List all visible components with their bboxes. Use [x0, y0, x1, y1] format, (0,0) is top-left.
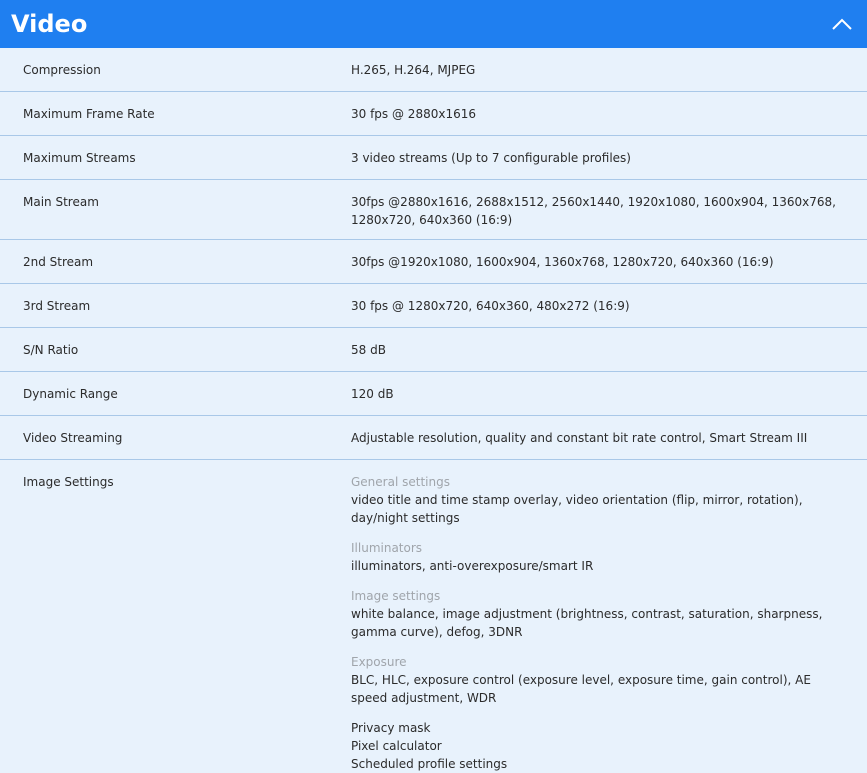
- section-title: Video: [11, 10, 88, 38]
- spec-label: Main Stream: [23, 195, 99, 209]
- video-spec-panel: Video Compression H.265, H.264, MJPEG Ma…: [0, 0, 867, 773]
- spec-value: 30 fps @ 1280x720, 640x360, 480x272 (16:…: [351, 299, 630, 313]
- spec-row-video-streaming: Video Streaming Adjustable resolution, q…: [0, 416, 867, 460]
- spec-value: 30fps @1920x1080, 1600x904, 1360x768, 12…: [351, 255, 774, 269]
- setting-group-general: General settings video title and time st…: [351, 473, 837, 527]
- setting-group-text: white balance, image adjustment (brightn…: [351, 607, 823, 639]
- spec-value: 58 dB: [351, 343, 386, 357]
- spec-label: Maximum Frame Rate: [23, 107, 155, 121]
- spec-value: 30 fps @ 2880x1616: [351, 107, 476, 121]
- spec-label: S/N Ratio: [23, 343, 79, 357]
- setting-privacy-mask: Privacy mask: [351, 721, 431, 735]
- spec-row-max-streams: Maximum Streams 3 video streams (Up to 7…: [0, 136, 867, 180]
- setting-group-illuminators: Illuminators illuminators, anti-overexpo…: [351, 539, 837, 575]
- setting-group-text: illuminators, anti-overexposure/smart IR: [351, 559, 594, 573]
- spec-row-3rd-stream: 3rd Stream 30 fps @ 1280x720, 640x360, 4…: [0, 284, 867, 328]
- spec-label: Dynamic Range: [23, 387, 118, 401]
- setting-scheduled-profile: Scheduled profile settings: [351, 757, 508, 771]
- setting-pixel-calculator: Pixel calculator: [351, 739, 442, 753]
- setting-group-image: Image settings white balance, image adju…: [351, 587, 837, 641]
- spec-row-compression: Compression H.265, H.264, MJPEG: [0, 48, 867, 92]
- setting-group-extras: Privacy mask Pixel calculator Scheduled …: [351, 719, 837, 773]
- spec-row-max-frame-rate: Maximum Frame Rate 30 fps @ 2880x1616: [0, 92, 867, 136]
- setting-group-exposure: Exposure BLC, HLC, exposure control (exp…: [351, 653, 837, 707]
- setting-group-text: BLC, HLC, exposure control (exposure lev…: [351, 673, 811, 705]
- spec-row-sn-ratio: S/N Ratio 58 dB: [0, 328, 867, 372]
- spec-label: Image Settings: [23, 475, 114, 489]
- spec-row-2nd-stream: 2nd Stream 30fps @1920x1080, 1600x904, 1…: [0, 240, 867, 284]
- spec-row-main-stream: Main Stream 30fps @2880x1616, 2688x1512,…: [0, 180, 867, 240]
- setting-group-title: Image settings: [351, 589, 441, 603]
- setting-group-title: Illuminators: [351, 541, 423, 555]
- spec-value: 30fps @2880x1616, 2688x1512, 2560x1440, …: [351, 195, 836, 227]
- spec-value-image-settings: General settings video title and time st…: [329, 460, 867, 773]
- spec-value: 3 video streams (Up to 7 configurable pr…: [351, 151, 631, 165]
- spec-label: 2nd Stream: [23, 255, 94, 269]
- spec-value: 120 dB: [351, 387, 394, 401]
- spec-label: Compression: [23, 63, 101, 77]
- section-header[interactable]: Video: [0, 0, 867, 48]
- spec-row-dynamic-range: Dynamic Range 120 dB: [0, 372, 867, 416]
- setting-group-title: General settings: [351, 475, 450, 489]
- spec-row-image-settings: Image Settings General settings video ti…: [0, 460, 867, 773]
- setting-group-title: Exposure: [351, 655, 407, 669]
- spec-value: Adjustable resolution, quality and const…: [351, 431, 808, 445]
- chevron-up-icon[interactable]: [830, 12, 854, 36]
- spec-label: Video Streaming: [23, 431, 123, 445]
- spec-label: Maximum Streams: [23, 151, 136, 165]
- spec-value: H.265, H.264, MJPEG: [351, 63, 476, 77]
- spec-label: 3rd Stream: [23, 299, 91, 313]
- setting-group-text: video title and time stamp overlay, vide…: [351, 493, 803, 525]
